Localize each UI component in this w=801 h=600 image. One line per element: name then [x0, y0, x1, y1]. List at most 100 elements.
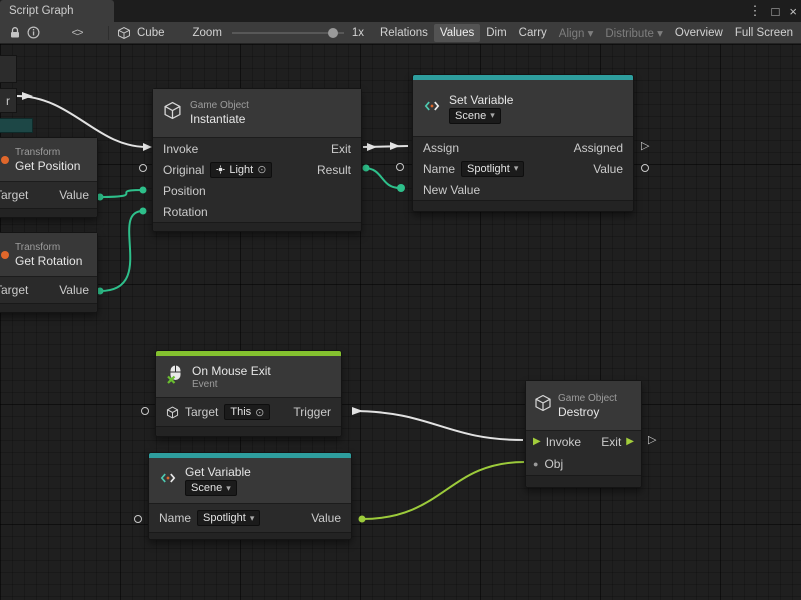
- node-category: Game Object: [190, 100, 249, 111]
- light-icon: [216, 165, 225, 174]
- node-on-mouse-exit[interactable]: On Mouse Exit Event Target This ⊙ Trigge…: [155, 350, 342, 437]
- port-newvalue-input[interactable]: [397, 184, 405, 192]
- port-label-name: Name: [423, 162, 455, 176]
- node-get-rotation[interactable]: Transform Get Rotation Target Value: [0, 232, 98, 313]
- object-field-value: This: [230, 406, 251, 418]
- port-label-position: Position: [163, 184, 206, 198]
- wire-value-position[interactable]: [100, 190, 143, 197]
- chevron-down-icon: ▾: [490, 110, 495, 121]
- zoom-slider-handle[interactable]: [328, 28, 338, 38]
- zoom-slider[interactable]: [232, 32, 344, 34]
- toolbar-buttons: Relations Values Dim Carry Align ▾ Distr…: [374, 22, 801, 44]
- port-label-assign: Assign: [423, 141, 459, 155]
- port-original-input[interactable]: [139, 164, 147, 172]
- port-rotation-input[interactable]: [140, 208, 147, 215]
- wire-value-variable-obj[interactable]: [362, 462, 524, 519]
- node-instantiate[interactable]: Game Object Instantiate Invoke Exit Orig…: [152, 88, 362, 232]
- node-title: Get Variable: [185, 465, 251, 479]
- object-picker-icon[interactable]: ⊙: [257, 163, 266, 176]
- port-label-result: Result: [317, 163, 351, 177]
- mouse-exit-icon: [166, 364, 184, 389]
- port-exit-output[interactable]: ▷: [648, 435, 656, 446]
- chevron-down-icon: ▾: [514, 163, 519, 174]
- node-footer: [526, 475, 641, 487]
- toolbar-button-values[interactable]: Values: [434, 24, 480, 42]
- node-get-position[interactable]: Transform Get Position Target Value: [0, 137, 98, 218]
- variable-icon: [159, 469, 177, 492]
- variable-icon: [423, 97, 441, 120]
- scope-value: Scene: [191, 482, 222, 494]
- node-title: Destroy: [558, 405, 617, 419]
- lock-icon[interactable]: [6, 24, 24, 42]
- node-fragment[interactable]: [0, 118, 33, 133]
- info-icon[interactable]: [24, 24, 42, 42]
- port-dot-icon: ●: [533, 459, 538, 469]
- object-field-this[interactable]: This ⊙: [224, 404, 270, 420]
- graph-toolbar: <> Cube Zoom 1x Relations Values Dim Car…: [0, 22, 801, 44]
- variable-name-dropdown[interactable]: Spotlight ▾: [197, 510, 260, 526]
- variable-name-value: Spotlight: [467, 163, 510, 175]
- node-footer: [0, 208, 97, 217]
- port-label-value: Value: [311, 511, 341, 525]
- toolbar-button-align[interactable]: Align ▾: [553, 23, 600, 43]
- chevron-down-icon: ▾: [250, 513, 255, 524]
- variable-scope-dropdown[interactable]: Scene ▾: [449, 108, 501, 124]
- transform-icon: [1, 156, 9, 164]
- node-category: Transform: [15, 242, 82, 253]
- port-label-invoke: Invoke: [546, 435, 581, 449]
- node-fragment[interactable]: r: [0, 88, 17, 113]
- node-get-variable[interactable]: Get Variable Scene ▾ Name Spotlight ▾ Va…: [148, 452, 352, 540]
- toolbar-button-fullscreen[interactable]: Full Screen: [729, 24, 799, 42]
- graph-target[interactable]: Cube: [115, 24, 165, 42]
- node-subtitle: Event: [192, 379, 271, 390]
- close-icon[interactable]: ×: [789, 4, 797, 19]
- toolbar-button-overview[interactable]: Overview: [669, 24, 729, 42]
- object-picker-icon[interactable]: ⊙: [255, 406, 264, 419]
- node-category: Transform: [15, 147, 80, 158]
- port-assigned-output[interactable]: ▷: [641, 141, 649, 152]
- node-title: Set Variable: [449, 93, 513, 107]
- zoom-value: 1x: [352, 27, 364, 39]
- node-destroy[interactable]: Game Object Destroy ▶ Invoke Exit ▶ ● Ob…: [525, 380, 642, 488]
- tab-script-graph[interactable]: Script Graph: [0, 0, 114, 22]
- wire-value-rotation[interactable]: [100, 211, 143, 291]
- port-label-name: Name: [159, 511, 191, 525]
- scope-value: Scene: [455, 110, 486, 122]
- node-fragment[interactable]: [0, 55, 17, 83]
- port-target-input[interactable]: [141, 407, 149, 415]
- node-category: Game Object: [558, 393, 617, 404]
- wire-flow-trigger-invoke[interactable]: [352, 411, 523, 440]
- port-label-value: Value: [593, 162, 623, 176]
- object-field-light[interactable]: Light ⊙: [210, 162, 272, 178]
- port-result-output[interactable]: [363, 165, 370, 172]
- graph-canvas[interactable]: r Transform Get Position Target Value Tr…: [0, 44, 801, 600]
- port-label-target: Target: [185, 405, 218, 419]
- port-label-value: Value: [59, 283, 89, 297]
- toolbar-button-distribute[interactable]: Distribute ▾: [599, 23, 669, 43]
- port-position-input[interactable]: [140, 187, 147, 194]
- code-icon[interactable]: <>: [68, 24, 86, 42]
- port-label-exit: Exit: [331, 142, 351, 156]
- node-set-variable[interactable]: Set Variable Scene ▾ Assign Assigned Nam…: [412, 74, 634, 212]
- variable-scope-dropdown[interactable]: Scene ▾: [185, 480, 237, 496]
- node-title: Get Rotation: [15, 254, 82, 268]
- port-label-trigger: Trigger: [293, 405, 331, 419]
- cube-icon: [534, 394, 552, 417]
- node-footer: [413, 200, 633, 211]
- variable-name-dropdown[interactable]: Spotlight ▾: [461, 161, 524, 177]
- wire-arrowhead: [390, 142, 400, 150]
- maximize-icon[interactable]: □: [772, 4, 780, 19]
- toolbar-button-carry[interactable]: Carry: [513, 24, 553, 42]
- port-label-value: Value: [59, 188, 89, 202]
- wire-value-result[interactable]: [364, 168, 400, 188]
- wire-arrowhead: [352, 407, 363, 415]
- port-variable-value-output[interactable]: [359, 516, 366, 523]
- kebab-menu-icon[interactable]: ⋮: [749, 3, 762, 19]
- toolbar-button-dim[interactable]: Dim: [480, 24, 512, 42]
- port-label-exit: Exit: [601, 435, 621, 449]
- zoom-label: Zoom: [193, 27, 222, 39]
- port-name-input[interactable]: [396, 163, 404, 171]
- port-name-input[interactable]: [134, 515, 142, 523]
- toolbar-button-relations[interactable]: Relations: [374, 24, 434, 42]
- port-value-output[interactable]: [641, 164, 649, 172]
